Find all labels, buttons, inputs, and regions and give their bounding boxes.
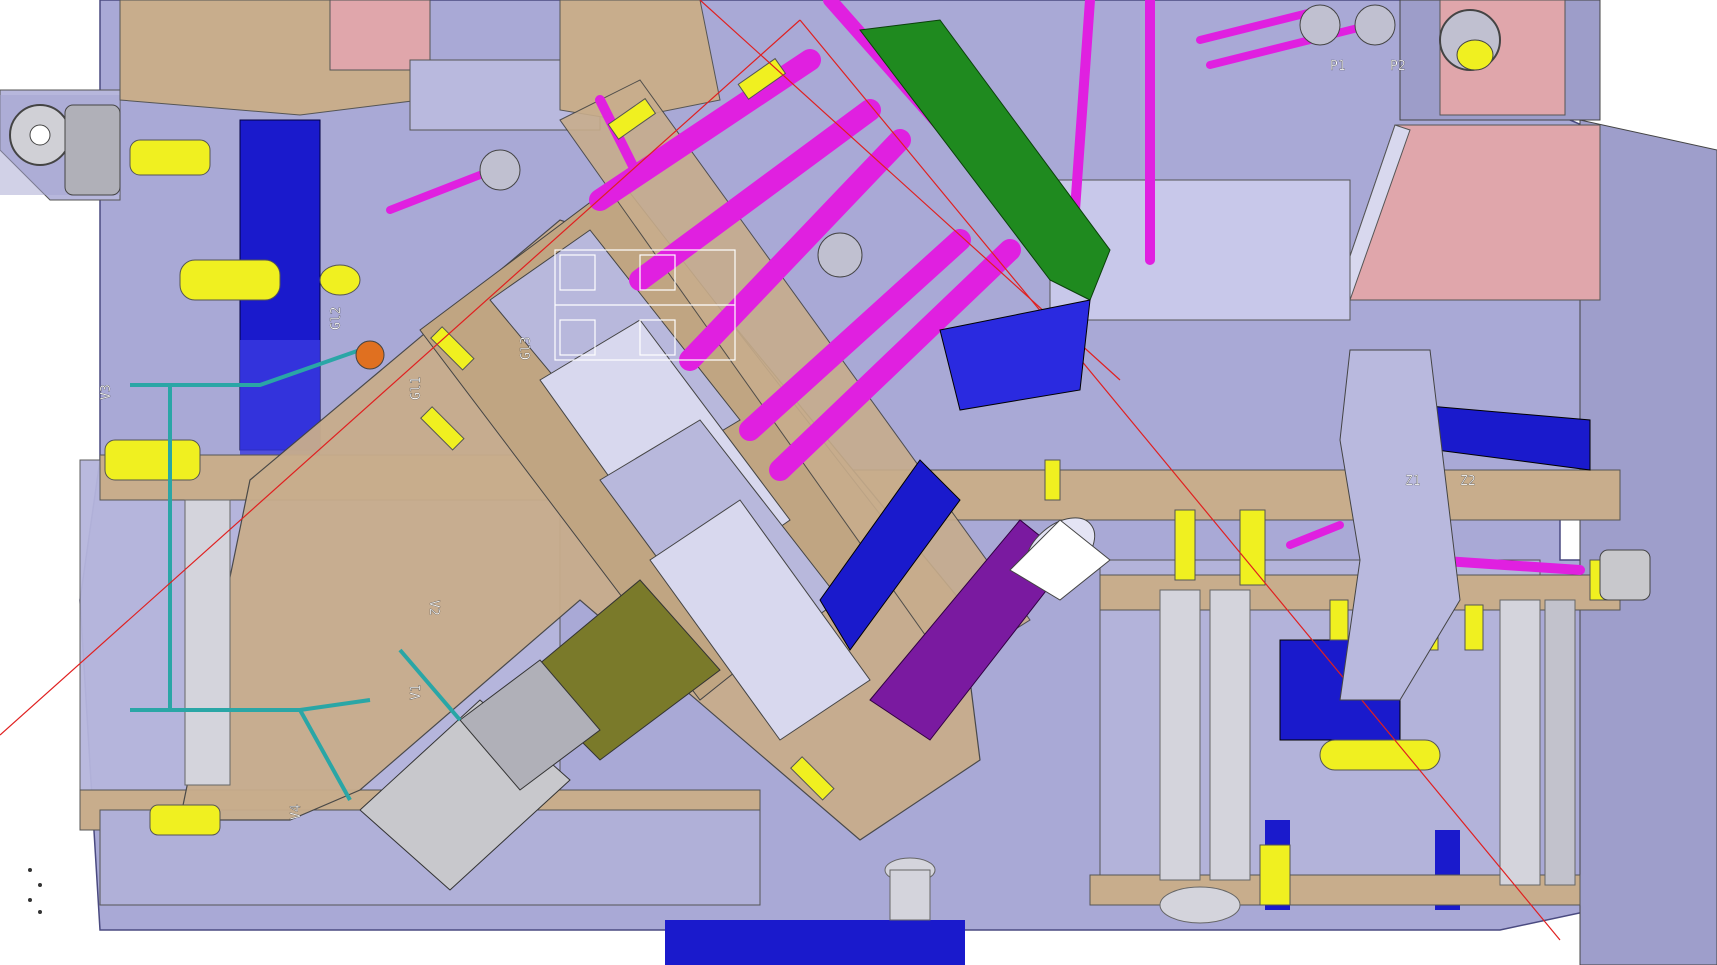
label-8: P1 [1330,59,1346,74]
label-2: Gl1 [409,377,424,400]
label-6: V3 [99,384,114,400]
mold-assembly-view[interactable]: Gl2 Gl1 Gl3 V1 V2 V3 V4 P1 P2 Z1 Z2 [0,0,1717,965]
label-10: Z1 [1405,474,1421,489]
label-7: V4 [289,804,304,820]
label-5: V2 [426,600,441,616]
label-11: Z2 [1460,474,1476,489]
label-4: V1 [409,684,424,700]
cad-viewport[interactable]: Gl2 Gl1 Gl3 V1 V2 V3 V4 P1 P2 Z1 Z2 [0,0,1717,965]
corner-dots [28,868,42,914]
label-1: Gl2 [329,307,344,330]
label-3: Gl3 [519,337,534,360]
label-9: P2 [1390,59,1406,74]
